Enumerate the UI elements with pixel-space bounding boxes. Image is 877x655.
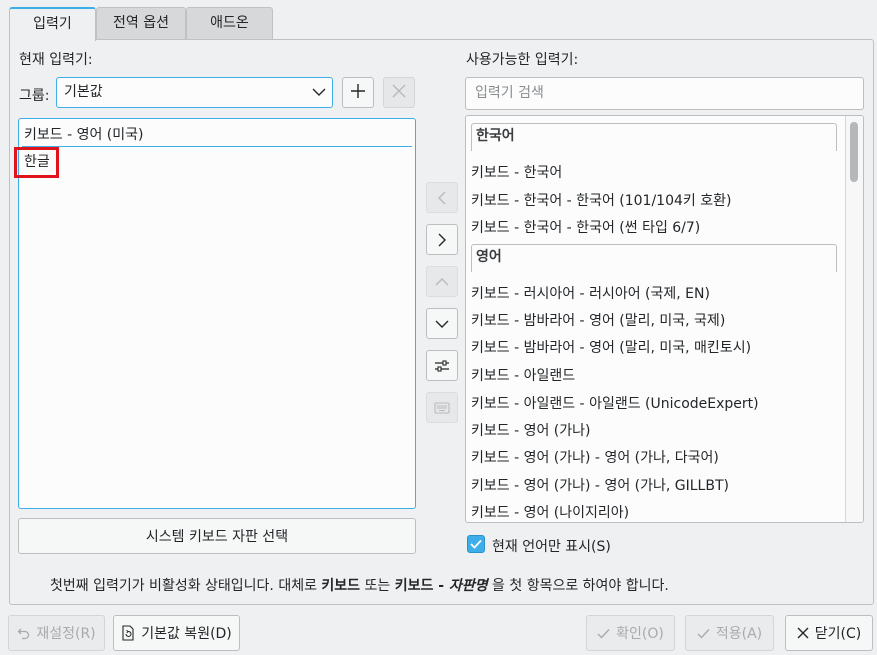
vertical-scrollbar[interactable] bbox=[845, 116, 863, 522]
warning-text: 첫번째 입력기가 비활성화 상태입니다. 대체로 bbox=[50, 578, 322, 594]
keyboard-icon bbox=[434, 401, 450, 414]
reset-button[interactable]: 재설정(R) bbox=[8, 615, 105, 651]
document-restore-icon bbox=[122, 625, 134, 641]
reset-button-label: 재설정(R) bbox=[36, 626, 96, 642]
tab-global-options[interactable]: 전역 옵션 bbox=[96, 7, 186, 40]
group-label: 그룹: bbox=[19, 88, 50, 104]
select-system-keyboard-layout-button[interactable]: 시스템 키보드 자판 선택 bbox=[18, 518, 416, 554]
list-item[interactable]: 키보드 - 영어 (가나) bbox=[471, 420, 591, 440]
plus-icon bbox=[350, 83, 366, 103]
warning-text: 또는 bbox=[360, 578, 395, 594]
configure-button[interactable] bbox=[426, 350, 458, 381]
chevron-left-icon bbox=[438, 191, 446, 204]
scrollbar-thumb[interactable] bbox=[850, 122, 858, 182]
available-input-method-list[interactable]: 한국어 키보드 - 한국어 키보드 - 한국어 - 한국어 (101/104키 … bbox=[465, 115, 864, 523]
restore-defaults-label: 기본값 복원(D) bbox=[141, 626, 232, 642]
chevron-right-icon bbox=[438, 233, 446, 246]
only-current-language-checkbox[interactable] bbox=[467, 535, 485, 553]
close-button-label: 닫기(C) bbox=[814, 626, 862, 642]
current-input-methods-title: 현재 입력기: bbox=[19, 52, 93, 68]
warning-keyword-italic: 자판명 bbox=[448, 578, 488, 594]
warning-keyword: 키보드 - bbox=[394, 578, 449, 594]
restore-defaults-button[interactable]: 기본값 복원(D) bbox=[113, 615, 240, 651]
tab-input-method[interactable]: 입력기 bbox=[9, 7, 96, 41]
checkmark-icon bbox=[470, 539, 482, 549]
list-item[interactable]: 키보드 - 밤바라어 - 영어 (말리, 미국, 국제) bbox=[471, 310, 725, 330]
list-item[interactable]: 키보드 - 한국어 - 한국어 (썬 타입 6/7) bbox=[471, 217, 700, 237]
close-icon bbox=[797, 627, 809, 639]
close-icon bbox=[392, 84, 406, 102]
current-input-method-list[interactable]: 키보드 - 영어 (미국) 한글 bbox=[18, 118, 416, 509]
move-right-button[interactable] bbox=[426, 224, 458, 255]
search-input[interactable]: 입력기 검색 bbox=[465, 77, 864, 110]
warning-keyword: 키보드 bbox=[321, 578, 361, 594]
warning-text: 을 첫 항목으로 하여야 합니다. bbox=[487, 578, 669, 594]
list-item[interactable]: 키보드 - 한국어 bbox=[471, 162, 562, 182]
warning-message: 첫번째 입력기가 비활성화 상태입니다. 대체로 키보드 또는 키보드 - 자판… bbox=[50, 575, 669, 595]
apply-button-label: 적용(A) bbox=[715, 626, 763, 642]
list-item[interactable]: 키보드 - 영어 (가나) - 영어 (가나, 다국어) bbox=[471, 447, 719, 467]
list-item[interactable]: 키보드 - 영어 (미국) bbox=[24, 124, 144, 144]
chevron-down-icon bbox=[312, 78, 326, 107]
list-item[interactable]: 키보드 - 영어 (나이지리아) bbox=[471, 502, 629, 522]
undo-icon bbox=[17, 628, 30, 639]
list-item[interactable]: 키보드 - 영어 (가나) - 영어 (가나, GILLBT) bbox=[471, 475, 729, 495]
drop-indicator-line bbox=[22, 146, 412, 147]
move-up-button[interactable] bbox=[426, 266, 458, 297]
ok-button-label: 확인(O) bbox=[616, 626, 664, 642]
move-left-button[interactable] bbox=[426, 182, 458, 213]
remove-group-button[interactable] bbox=[383, 77, 415, 108]
list-item[interactable]: 키보드 - 아일랜드 - 아일랜드 (UnicodeExpert) bbox=[471, 393, 759, 413]
group-header: 영어 bbox=[471, 244, 837, 272]
available-input-methods-title: 사용가능한 입력기: bbox=[466, 52, 579, 68]
list-item[interactable]: 키보드 - 밤바라어 - 영어 (말리, 미국, 매킨토시) bbox=[471, 337, 751, 357]
group-select-value: 기본값 bbox=[64, 84, 103, 100]
tab-addons[interactable]: 애드온 bbox=[186, 7, 273, 40]
list-item[interactable]: 키보드 - 한국어 - 한국어 (101/104키 호환) bbox=[471, 190, 731, 210]
list-item[interactable]: 키보드 - 아일랜드 bbox=[471, 365, 575, 385]
checkmark-icon bbox=[597, 628, 610, 639]
only-current-language-label[interactable]: 현재 언어만 표시(S) bbox=[492, 536, 611, 556]
keyboard-layout-button[interactable] bbox=[426, 392, 458, 423]
checkmark-icon bbox=[697, 628, 710, 639]
apply-button[interactable]: 적용(A) bbox=[685, 615, 774, 651]
highlight-box bbox=[14, 147, 59, 178]
move-down-button[interactable] bbox=[426, 308, 458, 339]
group-select[interactable]: 기본값 bbox=[56, 77, 333, 108]
group-header: 한국어 bbox=[471, 123, 837, 151]
close-button[interactable]: 닫기(C) bbox=[785, 615, 873, 651]
list-item[interactable]: 키보드 - 러시아어 - 러시아어 (국제, EN) bbox=[471, 283, 710, 303]
add-group-button[interactable] bbox=[342, 77, 374, 108]
chevron-down-icon bbox=[435, 320, 449, 328]
chevron-up-icon bbox=[435, 277, 449, 285]
ok-button[interactable]: 확인(O) bbox=[586, 615, 675, 651]
settings-sliders-icon bbox=[435, 359, 449, 372]
